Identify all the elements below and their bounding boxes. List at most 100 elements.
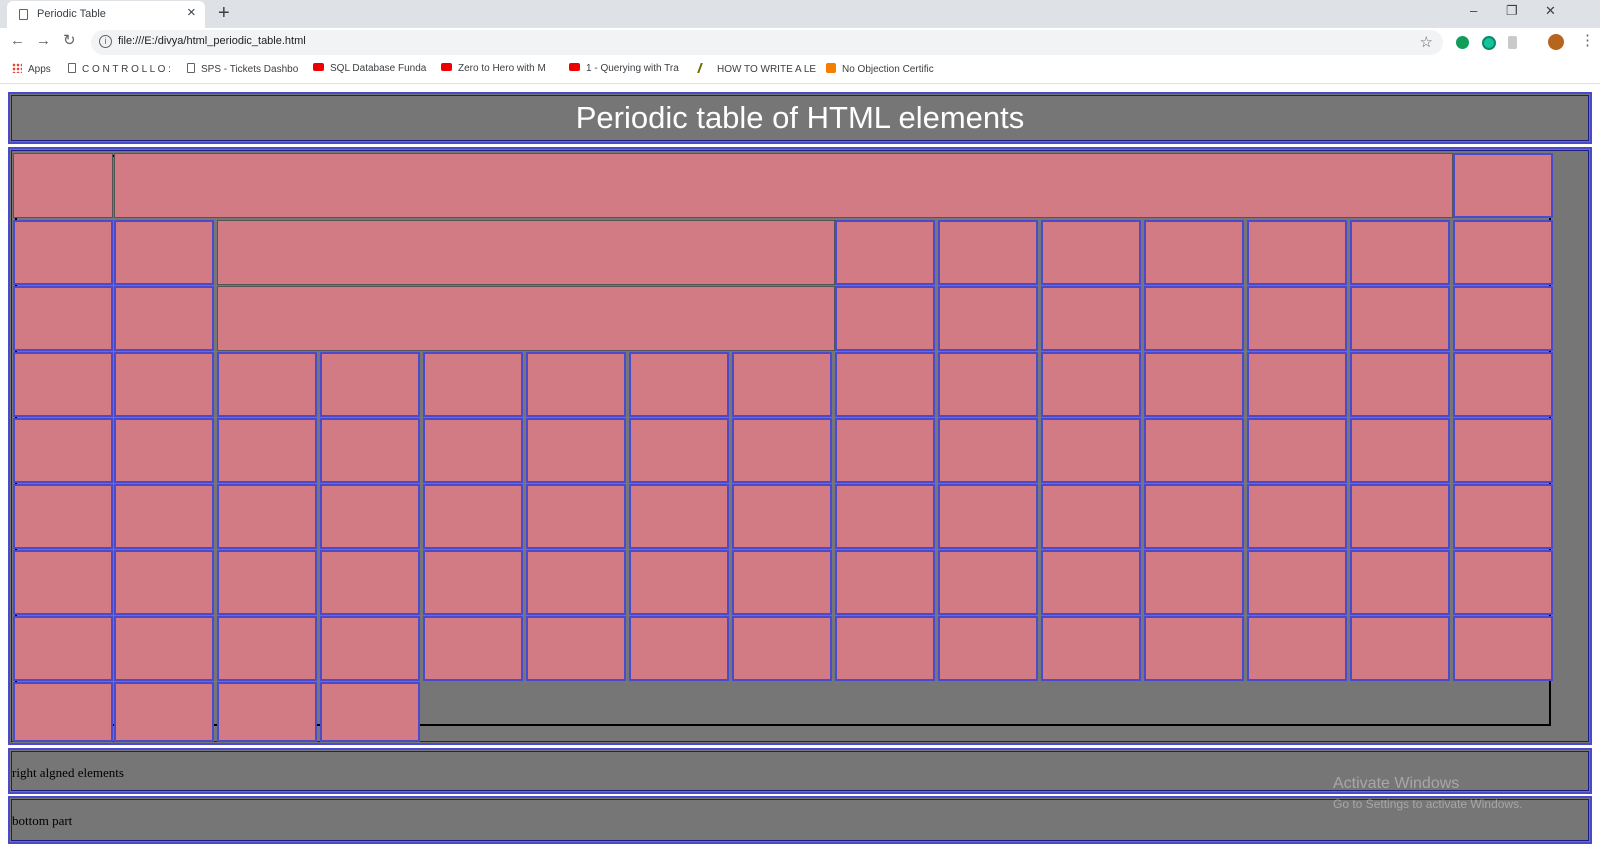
avatar[interactable] — [1548, 34, 1564, 50]
page-icon — [19, 9, 28, 20]
periodic-grid — [8, 147, 1592, 745]
element-cell — [732, 484, 832, 549]
new-tab-button[interactable]: + — [218, 3, 230, 23]
minimize-button[interactable]: – — [1470, 3, 1477, 18]
element-cell — [1247, 616, 1347, 681]
element-cell — [1350, 352, 1450, 417]
close-window-button[interactable]: ✕ — [1545, 3, 1556, 19]
element-cell — [1041, 484, 1141, 549]
element-cell — [938, 220, 1038, 285]
menu-icon[interactable]: ⋮ — [1580, 33, 1595, 49]
address-bar[interactable]: i file:///E:/divya/html_periodic_table.h… — [91, 30, 1443, 55]
youtube-icon — [313, 63, 324, 71]
blogger-icon — [826, 63, 836, 73]
extension-pen-icon[interactable] — [1508, 36, 1517, 49]
element-cell — [114, 352, 214, 417]
tab-strip: Periodic Table × + – ❐ ✕ — [0, 0, 1600, 28]
element-cell — [1144, 550, 1244, 615]
restore-button[interactable]: ❐ — [1506, 3, 1518, 19]
back-button[interactable]: ← — [10, 33, 25, 49]
element-cell — [114, 550, 214, 615]
element-cell — [114, 682, 214, 742]
element-cell — [217, 220, 835, 285]
element-cell — [835, 550, 935, 615]
element-cell — [938, 550, 1038, 615]
element-cell — [423, 352, 523, 417]
element-cell — [526, 418, 626, 483]
element-cell — [320, 484, 420, 549]
element-cell — [423, 550, 523, 615]
right-aligned-text: right algned elements — [12, 765, 124, 780]
element-cell — [13, 418, 113, 483]
element-cell — [320, 418, 420, 483]
element-cell — [1144, 286, 1244, 351]
bookmarks-bar: Apps C O N T R O L L O : SPS - Tickets D… — [0, 58, 1600, 84]
element-cell — [114, 616, 214, 681]
element-cell — [423, 484, 523, 549]
bookmark-item[interactable]: SQL Database Funda — [313, 63, 426, 74]
element-cell — [732, 352, 832, 417]
element-cell — [732, 550, 832, 615]
info-icon[interactable]: i — [99, 35, 112, 48]
element-cell — [114, 153, 1453, 218]
page-icon — [187, 63, 195, 73]
element-cell — [526, 484, 626, 549]
grammarly-icon[interactable] — [1482, 36, 1496, 50]
bottom-text: bottom part — [12, 813, 73, 828]
element-cell — [835, 484, 935, 549]
element-cell — [1247, 550, 1347, 615]
extension-green-icon[interactable] — [1456, 36, 1469, 49]
element-cell — [13, 220, 113, 285]
forward-button[interactable]: → — [36, 33, 51, 49]
element-cell — [13, 153, 113, 218]
element-cell — [1144, 616, 1244, 681]
element-cell — [1144, 418, 1244, 483]
element-cell — [1453, 220, 1553, 285]
pen-icon — [697, 63, 713, 73]
element-cell — [835, 286, 935, 351]
element-cell — [1144, 352, 1244, 417]
element-cell — [835, 220, 935, 285]
tab-close-icon[interactable]: × — [187, 5, 196, 21]
element-cell — [1247, 484, 1347, 549]
bookmark-item[interactable]: HOW TO WRITE A LE — [697, 63, 816, 75]
element-cell — [320, 550, 420, 615]
element-cell — [1453, 484, 1553, 549]
element-cell — [732, 616, 832, 681]
url-text[interactable]: file:///E:/divya/html_periodic_table.htm… — [118, 35, 306, 47]
element-cell — [629, 550, 729, 615]
reload-button[interactable]: ↻ — [63, 33, 76, 49]
bookmark-item[interactable]: Zero to Hero with M — [441, 63, 546, 74]
element-cell — [1247, 220, 1347, 285]
page-icon — [68, 63, 76, 73]
element-cell — [114, 418, 214, 483]
element-cell — [320, 616, 420, 681]
element-cell — [1247, 352, 1347, 417]
bookmark-apps[interactable]: Apps — [12, 63, 51, 75]
element-cell — [1247, 286, 1347, 351]
browser-tab[interactable]: Periodic Table × — [7, 1, 205, 28]
bookmark-item[interactable]: No Objection Certific — [826, 63, 934, 75]
browser-toolbar: ← → ↻ i file:///E:/divya/html_periodic_t… — [0, 28, 1600, 58]
element-cell — [423, 616, 523, 681]
element-cell — [938, 616, 1038, 681]
bookmark-star-icon[interactable]: ☆ — [1420, 33, 1433, 51]
element-cell — [1350, 616, 1450, 681]
element-cell — [526, 352, 626, 417]
element-cell — [1350, 286, 1450, 351]
bookmark-item[interactable]: C O N T R O L L O : — [68, 63, 171, 75]
element-cell — [13, 286, 113, 351]
element-cell — [1041, 220, 1141, 285]
element-cell — [217, 550, 317, 615]
page-header: Periodic table of HTML elements — [8, 92, 1592, 144]
apps-icon — [12, 63, 22, 73]
element-cell — [320, 352, 420, 417]
element-cell — [13, 682, 113, 742]
element-cell — [1144, 484, 1244, 549]
page-content: Periodic table of HTML elements right al… — [0, 85, 1600, 860]
element-cell — [629, 616, 729, 681]
element-cell — [217, 286, 835, 351]
bookmark-item[interactable]: 1 - Querying with Tra — [569, 63, 679, 74]
element-cell — [423, 418, 523, 483]
bookmark-item[interactable]: SPS - Tickets Dashbo — [187, 63, 298, 75]
